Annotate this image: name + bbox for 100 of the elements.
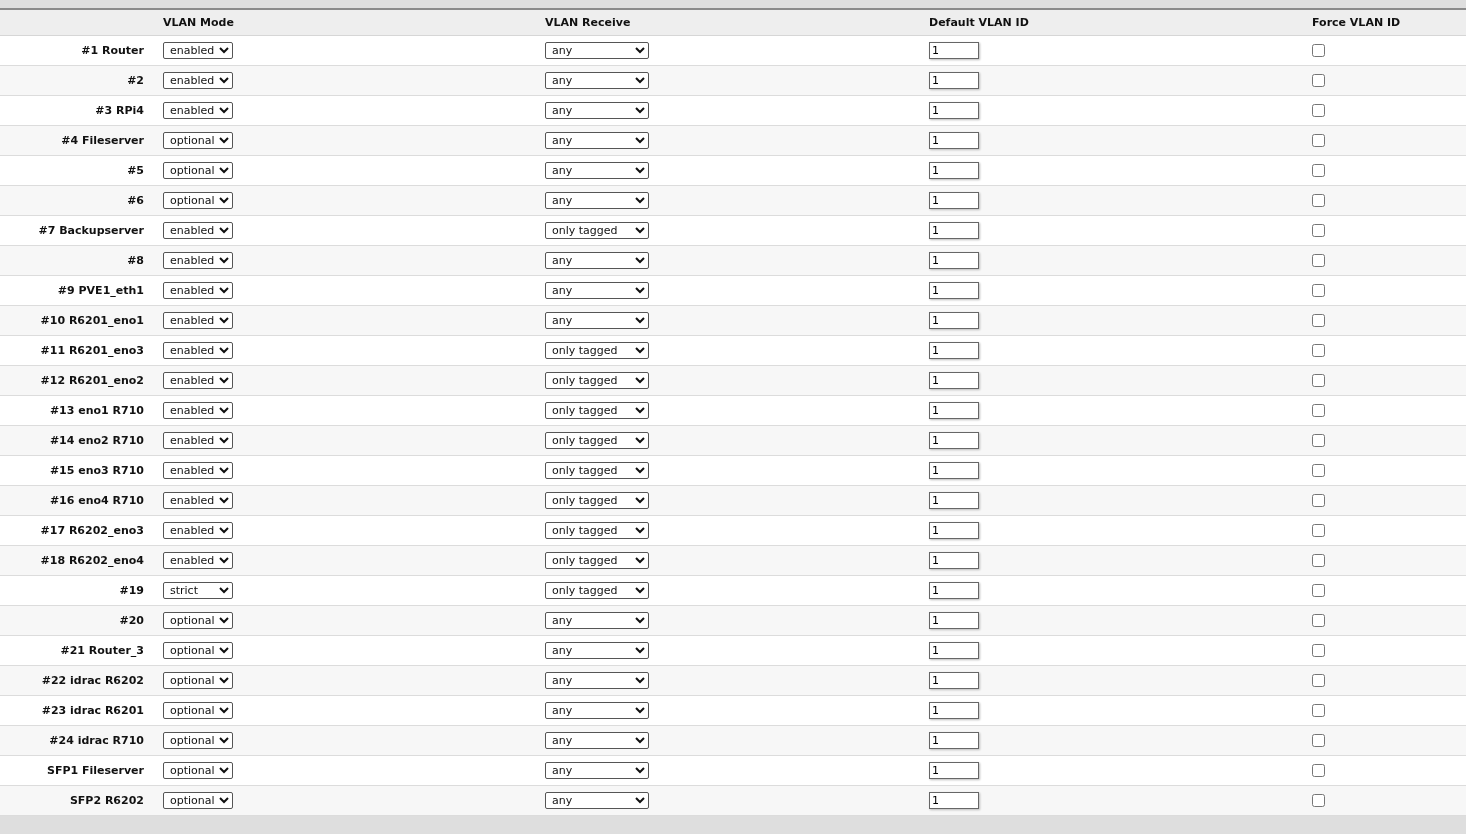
- vlan-mode-dropdown[interactable]: optional: [163, 132, 233, 149]
- vlan-mode-dropdown[interactable]: optional: [163, 762, 233, 779]
- default-vlan-id-field[interactable]: 1: [929, 702, 979, 719]
- force-vlan-id-checkbox[interactable]: [1312, 284, 1325, 297]
- force-vlan-id-checkbox[interactable]: [1312, 104, 1325, 117]
- force-vlan-id-checkbox[interactable]: [1312, 494, 1325, 507]
- force-vlan-id-checkbox[interactable]: [1312, 614, 1325, 627]
- force-vlan-id-checkbox[interactable]: [1312, 554, 1325, 567]
- vlan-receive-dropdown[interactable]: any: [545, 192, 649, 209]
- vlan-mode-dropdown[interactable]: enabled: [163, 72, 233, 89]
- force-vlan-id-checkbox[interactable]: [1312, 314, 1325, 327]
- force-vlan-id-checkbox[interactable]: [1312, 74, 1325, 87]
- vlan-mode-dropdown[interactable]: optional: [163, 612, 233, 629]
- force-vlan-id-checkbox[interactable]: [1312, 344, 1325, 357]
- default-vlan-id-field[interactable]: 1: [929, 612, 979, 629]
- default-vlan-id-field[interactable]: 1: [929, 162, 979, 179]
- default-vlan-id-field[interactable]: 1: [929, 192, 979, 209]
- vlan-mode-dropdown[interactable]: strict: [163, 582, 233, 599]
- vlan-mode-dropdown[interactable]: optional: [163, 702, 233, 719]
- default-vlan-id-field[interactable]: 1: [929, 102, 979, 119]
- vlan-receive-dropdown[interactable]: any: [545, 282, 649, 299]
- vlan-receive-dropdown[interactable]: only tagged: [545, 552, 649, 569]
- vlan-receive-dropdown[interactable]: only tagged: [545, 432, 649, 449]
- default-vlan-id-field[interactable]: 1: [929, 672, 979, 689]
- force-vlan-id-checkbox[interactable]: [1312, 224, 1325, 237]
- vlan-mode-dropdown[interactable]: enabled: [163, 102, 233, 119]
- default-vlan-id-field[interactable]: 1: [929, 582, 979, 599]
- force-vlan-id-checkbox[interactable]: [1312, 584, 1325, 597]
- default-vlan-id-field[interactable]: 1: [929, 432, 979, 449]
- vlan-receive-dropdown[interactable]: any: [545, 612, 649, 629]
- vlan-mode-dropdown[interactable]: optional: [163, 162, 233, 179]
- force-vlan-id-checkbox[interactable]: [1312, 404, 1325, 417]
- vlan-receive-dropdown[interactable]: any: [545, 132, 649, 149]
- vlan-mode-dropdown[interactable]: enabled: [163, 492, 233, 509]
- vlan-mode-dropdown[interactable]: enabled: [163, 282, 233, 299]
- vlan-receive-dropdown[interactable]: only tagged: [545, 522, 649, 539]
- vlan-receive-dropdown[interactable]: any: [545, 762, 649, 779]
- default-vlan-id-field[interactable]: 1: [929, 132, 979, 149]
- force-vlan-id-checkbox[interactable]: [1312, 734, 1325, 747]
- vlan-mode-dropdown[interactable]: optional: [163, 672, 233, 689]
- default-vlan-id-field[interactable]: 1: [929, 312, 979, 329]
- vlan-mode-dropdown[interactable]: optional: [163, 732, 233, 749]
- default-vlan-id-field[interactable]: 1: [929, 522, 979, 539]
- force-vlan-id-checkbox[interactable]: [1312, 194, 1325, 207]
- vlan-mode-dropdown[interactable]: enabled: [163, 462, 233, 479]
- vlan-mode-dropdown[interactable]: optional: [163, 792, 233, 809]
- default-vlan-id-field[interactable]: 1: [929, 342, 979, 359]
- force-vlan-id-checkbox[interactable]: [1312, 164, 1325, 177]
- default-vlan-id-field[interactable]: 1: [929, 792, 979, 809]
- force-vlan-id-checkbox[interactable]: [1312, 44, 1325, 57]
- default-vlan-id-field[interactable]: 1: [929, 282, 979, 299]
- force-vlan-id-checkbox[interactable]: [1312, 464, 1325, 477]
- vlan-receive-dropdown[interactable]: any: [545, 642, 649, 659]
- default-vlan-id-field[interactable]: 1: [929, 72, 979, 89]
- vlan-receive-dropdown[interactable]: only tagged: [545, 342, 649, 359]
- vlan-receive-dropdown[interactable]: any: [545, 42, 649, 59]
- force-vlan-id-checkbox[interactable]: [1312, 794, 1325, 807]
- vlan-mode-dropdown[interactable]: enabled: [163, 42, 233, 59]
- vlan-receive-dropdown[interactable]: any: [545, 162, 649, 179]
- default-vlan-id-field[interactable]: 1: [929, 252, 979, 269]
- default-vlan-id-field[interactable]: 1: [929, 222, 979, 239]
- vlan-mode-dropdown[interactable]: enabled: [163, 372, 233, 389]
- vlan-receive-dropdown[interactable]: any: [545, 312, 649, 329]
- default-vlan-id-field[interactable]: 1: [929, 372, 979, 389]
- vlan-mode-dropdown[interactable]: enabled: [163, 342, 233, 359]
- vlan-receive-dropdown[interactable]: only tagged: [545, 462, 649, 479]
- vlan-mode-dropdown[interactable]: enabled: [163, 432, 233, 449]
- force-vlan-id-checkbox[interactable]: [1312, 704, 1325, 717]
- vlan-receive-dropdown[interactable]: any: [545, 252, 649, 269]
- vlan-receive-dropdown[interactable]: only tagged: [545, 402, 649, 419]
- vlan-receive-dropdown[interactable]: any: [545, 102, 649, 119]
- vlan-receive-dropdown[interactable]: only tagged: [545, 492, 649, 509]
- force-vlan-id-checkbox[interactable]: [1312, 134, 1325, 147]
- vlan-mode-dropdown[interactable]: enabled: [163, 402, 233, 419]
- vlan-mode-dropdown[interactable]: enabled: [163, 522, 233, 539]
- vlan-receive-dropdown[interactable]: only tagged: [545, 372, 649, 389]
- vlan-mode-dropdown[interactable]: enabled: [163, 312, 233, 329]
- force-vlan-id-checkbox[interactable]: [1312, 434, 1325, 447]
- vlan-receive-dropdown[interactable]: any: [545, 792, 649, 809]
- vlan-receive-dropdown[interactable]: only tagged: [545, 222, 649, 239]
- default-vlan-id-field[interactable]: 1: [929, 462, 979, 479]
- vlan-mode-dropdown[interactable]: optional: [163, 642, 233, 659]
- vlan-mode-dropdown[interactable]: enabled: [163, 252, 233, 269]
- force-vlan-id-checkbox[interactable]: [1312, 674, 1325, 687]
- default-vlan-id-field[interactable]: 1: [929, 402, 979, 419]
- force-vlan-id-checkbox[interactable]: [1312, 524, 1325, 537]
- default-vlan-id-field[interactable]: 1: [929, 552, 979, 569]
- force-vlan-id-checkbox[interactable]: [1312, 764, 1325, 777]
- force-vlan-id-checkbox[interactable]: [1312, 254, 1325, 267]
- vlan-receive-dropdown[interactable]: only tagged: [545, 582, 649, 599]
- vlan-receive-dropdown[interactable]: any: [545, 702, 649, 719]
- default-vlan-id-field[interactable]: 1: [929, 42, 979, 59]
- vlan-receive-dropdown[interactable]: any: [545, 72, 649, 89]
- force-vlan-id-checkbox[interactable]: [1312, 644, 1325, 657]
- vlan-receive-dropdown[interactable]: any: [545, 672, 649, 689]
- default-vlan-id-field[interactable]: 1: [929, 492, 979, 509]
- vlan-mode-dropdown[interactable]: enabled: [163, 552, 233, 569]
- default-vlan-id-field[interactable]: 1: [929, 762, 979, 779]
- vlan-mode-dropdown[interactable]: enabled: [163, 222, 233, 239]
- default-vlan-id-field[interactable]: 1: [929, 642, 979, 659]
